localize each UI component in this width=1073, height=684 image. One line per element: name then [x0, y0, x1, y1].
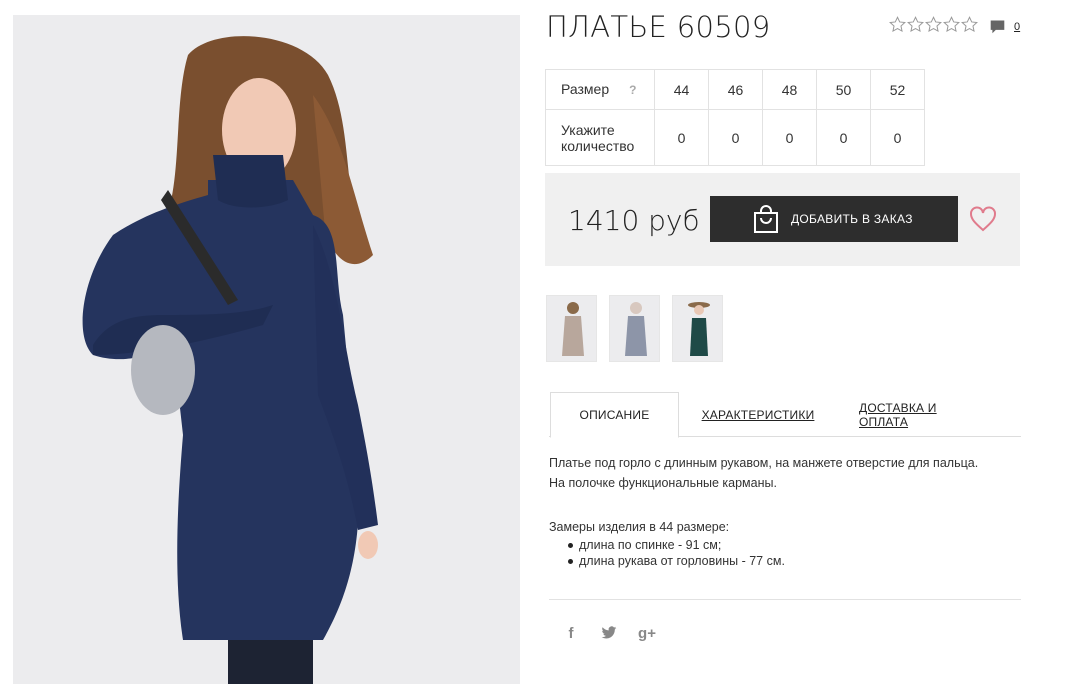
comment-icon[interactable]	[989, 18, 1006, 35]
size-help-icon[interactable]: ?	[629, 82, 636, 98]
description-line2: На полочке функциональные карманы.	[549, 476, 777, 490]
quantity-input[interactable]: 0	[708, 109, 763, 166]
quantity-input[interactable]: 0	[870, 109, 925, 166]
size-cell[interactable]: 46	[708, 69, 763, 110]
main-product-photo[interactable]	[13, 15, 520, 684]
rating-stars[interactable]	[889, 16, 978, 33]
shopping-bag-icon	[754, 205, 778, 233]
size-label-cell: Размер?	[545, 69, 655, 110]
list-item: длина рукава от горловины - 77 см.	[549, 553, 1024, 569]
comment-count[interactable]: 0	[1014, 21, 1020, 33]
price: 1410 руб	[568, 204, 700, 237]
share-links: f g+	[562, 624, 656, 642]
heart-icon[interactable]	[969, 206, 997, 232]
size-cell[interactable]: 48	[762, 69, 817, 110]
quantity-label-line2: количество	[561, 137, 635, 154]
star-icon[interactable]	[925, 16, 942, 33]
quantity-input[interactable]: 0	[816, 109, 871, 166]
comments-link[interactable]: 0	[989, 18, 1020, 35]
tab-characteristics[interactable]: ХАРАКТЕРИСТИКИ	[699, 392, 817, 437]
star-icon[interactable]	[907, 16, 924, 33]
measures-title: Замеры изделия в 44 размере:	[549, 520, 730, 534]
star-icon[interactable]	[961, 16, 978, 33]
quantity-input[interactable]: 0	[762, 109, 817, 166]
tab-description[interactable]: ОПИСАНИЕ	[550, 392, 679, 438]
size-cell[interactable]: 52	[870, 69, 925, 110]
add-to-order-label: ДОБАВИТЬ В ЗАКАЗ	[791, 212, 913, 226]
star-icon[interactable]	[889, 16, 906, 33]
description: Платье под горло с длинным рукавом, на м…	[549, 453, 1024, 569]
thumbnail[interactable]	[609, 295, 660, 362]
thumbnail[interactable]	[672, 295, 723, 362]
quantity-label: Укажите количество	[545, 109, 655, 166]
measures-list: длина по спинке - 91 см; длина рукава от…	[549, 537, 1024, 569]
twitter-icon[interactable]	[600, 624, 618, 642]
price-box: 1410 руб ДОБАВИТЬ В ЗАКАЗ	[545, 173, 1020, 266]
product-title: ПЛАТЬЕ 60509	[546, 10, 771, 44]
tabs: ОПИСАНИЕ ХАРАКТЕРИСТИКИ ДОСТАВКА И ОПЛАТ…	[549, 392, 1021, 438]
thumbnail[interactable]	[546, 295, 597, 362]
star-icon[interactable]	[943, 16, 960, 33]
quantity-input[interactable]: 0	[654, 109, 709, 166]
tab-delivery[interactable]: ДОСТАВКА И ОПЛАТА	[859, 392, 989, 437]
size-label: Размер	[561, 81, 610, 97]
add-to-order-button[interactable]: ДОБАВИТЬ В ЗАКАЗ	[710, 196, 958, 242]
facebook-icon[interactable]: f	[562, 624, 580, 642]
google-plus-icon[interactable]: g+	[638, 624, 656, 642]
description-line1: Платье под горло с длинным рукавом, на м…	[549, 456, 979, 470]
divider	[549, 599, 1021, 600]
thumbnail-list	[546, 295, 723, 362]
size-cell[interactable]: 44	[654, 69, 709, 110]
size-table: Размер? 44 46 48 50 52 Укажите количество…	[545, 69, 925, 166]
list-item: длина по спинке - 91 см;	[549, 537, 1024, 553]
size-cell[interactable]: 50	[816, 69, 871, 110]
quantity-label-line1: Укажите	[561, 121, 615, 138]
